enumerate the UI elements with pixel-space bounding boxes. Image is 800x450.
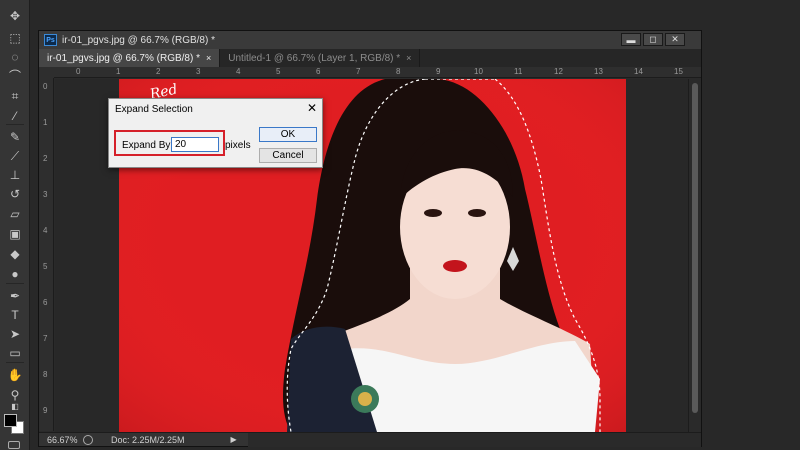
- ruler-tick-label: 1: [43, 118, 48, 127]
- marquee-icon[interactable]: ⬚: [5, 30, 25, 46]
- dialog-title: Expand Selection: [115, 104, 193, 115]
- tool-separator: [6, 124, 24, 125]
- ruler-tick-label: 9: [436, 67, 441, 76]
- unit-label: pixels: [225, 140, 251, 151]
- ruler-tick-label: 8: [396, 67, 401, 76]
- eraser-icon[interactable]: ▱: [5, 206, 25, 222]
- photoshop-app: ✥ ⬚ ◌ ⌒ ⌗ ⁄ ✎ ⟋ ⊥ ↺ ▱ ▣ ◆ ● ✒ T ➤ ▭ ✋ ⚲ …: [0, 0, 800, 450]
- type-icon[interactable]: T: [5, 307, 25, 323]
- ruler-origin[interactable]: [39, 67, 54, 78]
- tab-label: ir-01_pgvs.jpg @ 66.7% (RGB/8) *: [47, 52, 200, 64]
- default-colors-icon[interactable]: ◧: [5, 402, 25, 412]
- subject-brooch-center: [358, 392, 372, 406]
- vertical-ruler[interactable]: 0 1 2 3 4 5 6 7 8 9: [39, 78, 54, 431]
- cancel-button[interactable]: Cancel: [259, 148, 317, 163]
- ruler-tick-label: 5: [276, 67, 281, 76]
- tool-separator: [6, 283, 24, 284]
- ruler-tick-label: 15: [674, 67, 683, 76]
- ruler-tick-label: 0: [43, 82, 48, 91]
- ruler-tick-label: 5: [43, 262, 48, 271]
- ruler-tick-label: 0: [76, 67, 81, 76]
- expand-by-label: Expand By:: [122, 140, 174, 151]
- quick-mask-icon[interactable]: [8, 441, 20, 449]
- blur-icon[interactable]: ◆: [5, 246, 25, 262]
- ruler-tick-label: 7: [43, 334, 48, 343]
- foreground-color-swatch[interactable]: [4, 414, 17, 427]
- ruler-tick-label: 7: [356, 67, 361, 76]
- close-window-button[interactable]: ✕: [665, 33, 685, 46]
- subject-eye-right: [468, 209, 486, 217]
- move-icon[interactable]: ✥: [5, 8, 25, 24]
- pen-icon[interactable]: ✒: [5, 288, 25, 304]
- ruler-tick-label: 14: [634, 67, 643, 76]
- status-bar: 66.67% Doc: 2.25M/2.25M ▶: [39, 432, 701, 447]
- tool-separator: [6, 362, 24, 363]
- subject-lips: [443, 260, 467, 272]
- ruler-tick-label: 13: [594, 67, 603, 76]
- eyedropper-icon[interactable]: ⁄: [5, 108, 25, 124]
- minimize-button[interactable]: ▬: [621, 33, 641, 46]
- ruler-tick-label: 12: [554, 67, 563, 76]
- ruler-tick-label: 3: [196, 67, 201, 76]
- ruler-tick-label: 1: [116, 67, 121, 76]
- maximize-button[interactable]: ◻: [643, 33, 663, 46]
- document-window: Ps ir-01_pgvs.jpg @ 66.7% (RGB/8) * ▬ ◻ …: [38, 30, 702, 447]
- history-brush-icon[interactable]: ↺: [5, 186, 25, 202]
- close-icon[interactable]: ✕: [305, 101, 319, 115]
- horizontal-ruler[interactable]: 0 1 2 3 4 5 6 7 8 9 10 11 12 13 14 15: [54, 67, 701, 78]
- expand-selection-dialog: Expand Selection ✕ Expand By: pixels OK …: [108, 98, 323, 168]
- ruler-tick-label: 6: [43, 298, 48, 307]
- status-menu-arrow-icon[interactable]: ▶: [231, 435, 237, 444]
- tool-panel: ✥ ⬚ ◌ ⌒ ⌗ ⁄ ✎ ⟋ ⊥ ↺ ▱ ▣ ◆ ● ✒ T ➤ ▭ ✋ ⚲ …: [0, 0, 30, 450]
- brush-icon[interactable]: ⟋: [5, 148, 25, 164]
- shape-icon[interactable]: ▭: [5, 345, 25, 361]
- close-tab-icon[interactable]: ×: [206, 53, 211, 63]
- document-tabs: ir-01_pgvs.jpg @ 66.7% (RGB/8) * × Untit…: [39, 49, 701, 67]
- ruler-tick-label: 10: [474, 67, 483, 76]
- ruler-tick-label: 4: [236, 67, 241, 76]
- photoshop-logo-icon: Ps: [44, 34, 57, 46]
- status-info-icon[interactable]: [83, 434, 93, 445]
- ok-button[interactable]: OK: [259, 127, 317, 142]
- tab-untitled-1[interactable]: Untitled-1 @ 66.7% (Layer 1, RGB/8) * ×: [220, 49, 421, 67]
- close-tab-icon[interactable]: ×: [406, 53, 411, 63]
- document-titlebar[interactable]: Ps ir-01_pgvs.jpg @ 66.7% (RGB/8) * ▬ ◻ …: [39, 31, 701, 49]
- vertical-scrollbar[interactable]: [688, 79, 701, 432]
- quick-select-icon[interactable]: ⌒: [5, 68, 25, 84]
- ruler-tick-label: 8: [43, 370, 48, 379]
- path-select-icon[interactable]: ➤: [5, 326, 25, 342]
- ruler-tick-label: 11: [514, 67, 523, 76]
- expand-by-input[interactable]: [171, 137, 219, 152]
- ruler-tick-label: 3: [43, 190, 48, 199]
- ruler-tick-label: 6: [316, 67, 321, 76]
- dodge-icon[interactable]: ●: [5, 266, 25, 282]
- document-size: Doc: 2.25M/2.25M: [111, 434, 185, 445]
- zoom-icon[interactable]: ⚲: [5, 387, 25, 403]
- crop-icon[interactable]: ⌗: [5, 88, 25, 104]
- tab-label: Untitled-1 @ 66.7% (Layer 1, RGB/8) *: [228, 52, 401, 64]
- horizontal-scrollbar[interactable]: [248, 433, 701, 447]
- stamp-icon[interactable]: ⊥: [5, 167, 25, 183]
- ruler-tick-label: 2: [43, 154, 48, 163]
- hand-icon[interactable]: ✋: [5, 367, 25, 383]
- tab-ir-01[interactable]: ir-01_pgvs.jpg @ 66.7% (RGB/8) * ×: [39, 49, 221, 67]
- lasso-icon[interactable]: ◌: [5, 49, 25, 65]
- vertical-scroll-thumb[interactable]: [692, 83, 698, 413]
- ruler-tick-label: 9: [43, 406, 48, 415]
- gradient-icon[interactable]: ▣: [5, 226, 25, 242]
- document-title: ir-01_pgvs.jpg @ 66.7% (RGB/8) *: [62, 34, 215, 46]
- ruler-tick-label: 4: [43, 226, 48, 235]
- subject-eye-left: [424, 209, 442, 217]
- ruler-tick-label: 2: [156, 67, 161, 76]
- healing-brush-icon[interactable]: ✎: [5, 129, 25, 145]
- zoom-level[interactable]: 66.67%: [47, 435, 79, 445]
